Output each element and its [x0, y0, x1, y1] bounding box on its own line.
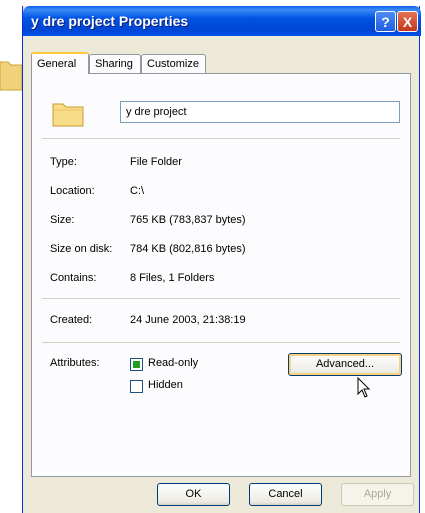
separator	[42, 298, 400, 299]
tab-general[interactable]: General	[31, 52, 89, 74]
readonly-label[interactable]: Read-only	[148, 357, 198, 369]
hidden-checkbox[interactable]	[130, 380, 143, 393]
cancel-button[interactable]: Cancel	[249, 483, 322, 506]
close-button[interactable]: X	[397, 11, 418, 32]
location-label: Location:	[50, 185, 95, 197]
ok-button[interactable]: OK	[157, 483, 230, 506]
size-on-disk-value: 784 KB (802,816 bytes)	[130, 243, 246, 255]
created-value: 24 June 2003, 21:38:19	[130, 314, 246, 326]
apply-button[interactable]: Apply	[341, 483, 414, 506]
advanced-button[interactable]: Advanced...	[288, 353, 402, 376]
created-label: Created:	[50, 314, 93, 326]
type-value: File Folder	[130, 156, 182, 168]
close-icon: X	[402, 14, 413, 30]
size-label: Size:	[50, 214, 75, 226]
size-value: 765 KB (783,837 bytes)	[130, 214, 246, 226]
folder-icon	[52, 103, 84, 127]
help-icon: ?	[381, 14, 390, 30]
location-value: C:\	[130, 185, 145, 197]
folder-name-input[interactable]: y dre project	[120, 101, 400, 123]
properties-dialog: y dre project Properties ? X General Sha…	[22, 6, 421, 513]
separator	[42, 342, 400, 343]
type-label: Type:	[50, 156, 77, 168]
general-tab-panel: y dre project Type: File Folder Location…	[31, 73, 411, 477]
mouse-pointer-icon	[357, 377, 371, 398]
contains-value: 8 Files, 1 Folders	[130, 272, 215, 284]
attributes-label: Attributes:	[50, 357, 100, 369]
readonly-checkbox[interactable]	[130, 358, 143, 371]
contains-label: Contains:	[50, 272, 97, 284]
title-bar[interactable]: y dre project Properties ? X	[23, 6, 421, 36]
tab-sharing[interactable]: Sharing	[89, 54, 141, 73]
hidden-label[interactable]: Hidden	[148, 379, 183, 391]
help-button[interactable]: ?	[375, 11, 396, 32]
separator	[42, 138, 400, 139]
window-title: y dre project Properties	[31, 13, 189, 29]
tab-customize[interactable]: Customize	[141, 54, 206, 73]
size-on-disk-label: Size on disk:	[50, 243, 113, 255]
desktop-folder-icon	[0, 61, 22, 91]
